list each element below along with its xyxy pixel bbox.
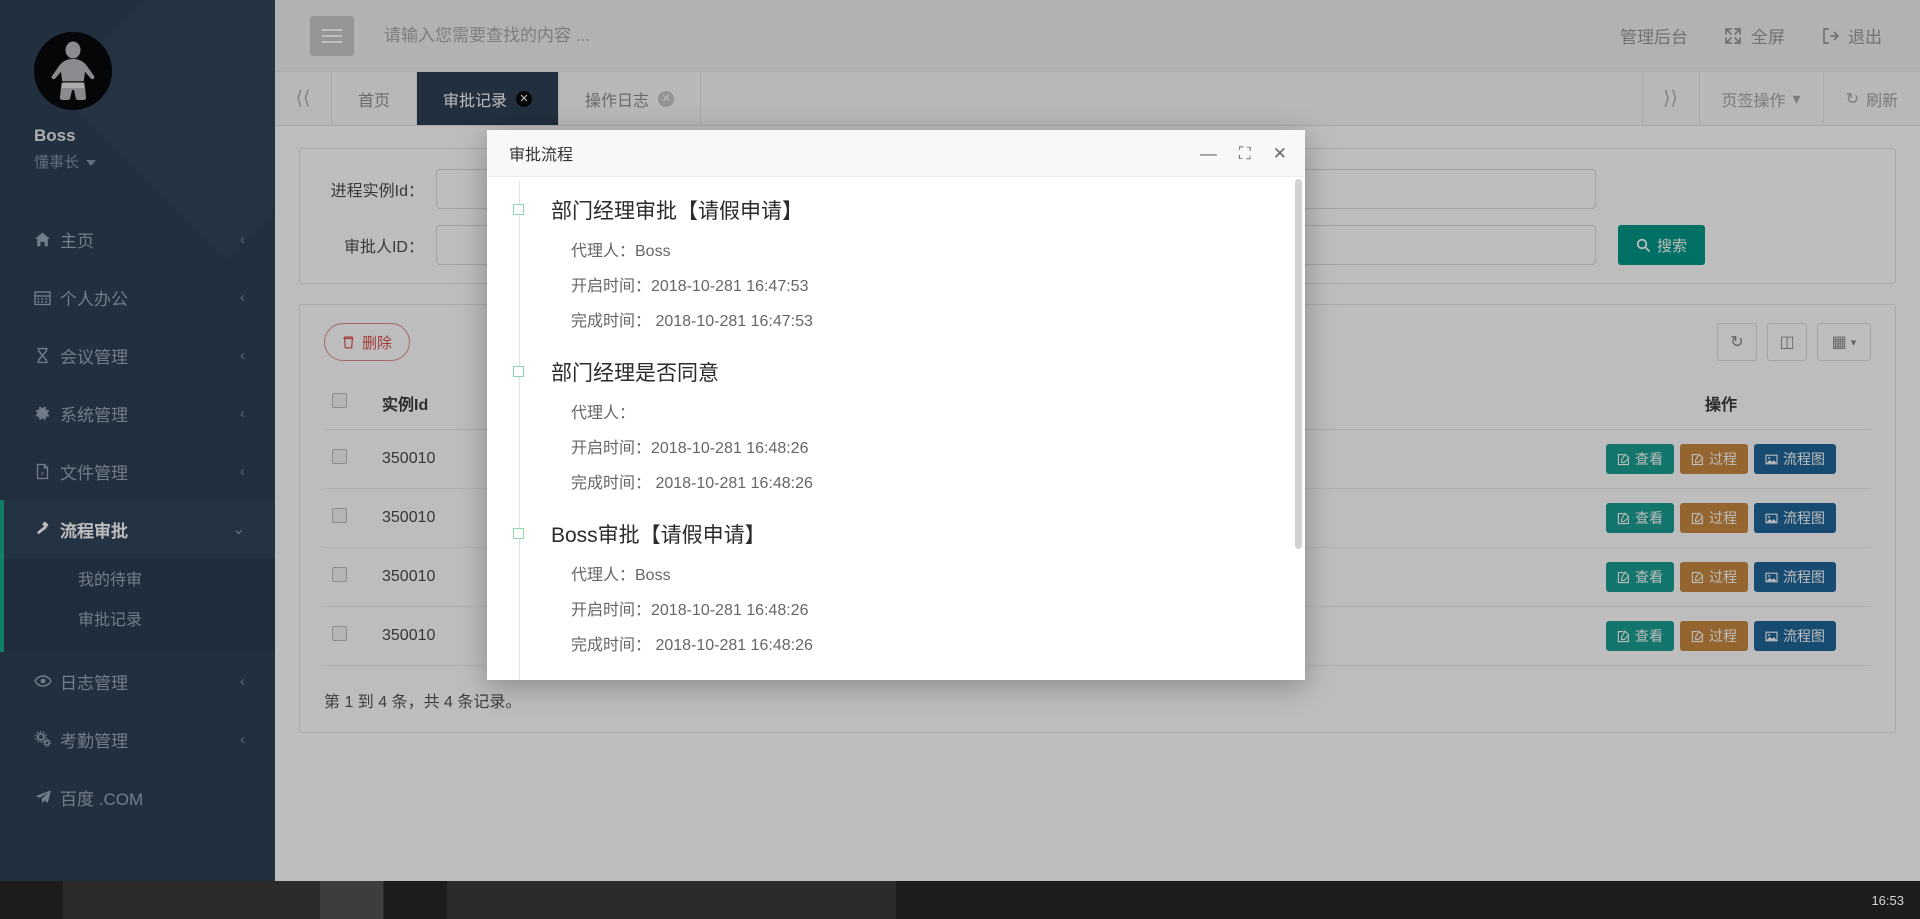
taskbar-item[interactable] [384,881,448,919]
taskbar-clock: 16:53 [1871,892,1904,908]
minimize-icon[interactable]: — [1200,145,1217,162]
taskbar-item[interactable] [0,881,64,919]
modal-body[interactable]: 部门经理审批【请假申请】代理人：Boss 开启时间：2018-10-281 16:… [487,177,1305,680]
timeline-step-title: 部门经理审批【请假申请】 [551,200,803,223]
taskbar-item[interactable] [64,881,128,919]
modal-scrollbar[interactable] [1295,179,1302,549]
close-icon[interactable]: ✕ [1273,145,1287,162]
approval-timeline: 部门经理审批【请假申请】代理人：Boss 开启时间：2018-10-281 16:… [513,181,1275,680]
app-root: Boss 懂事长 主页 ‹ 个人办公 ‹ 会议管理 ‹ 系统管理 ‹ x 文件管理 ‹ 流程审批 ⌄ 我的… [0,0,1920,919]
timeline-step-title: 部门经理是否同意 [551,362,719,385]
taskbar-item[interactable] [768,881,832,919]
taskbar-item[interactable] [704,881,768,919]
taskbar-item[interactable] [448,881,512,919]
timeline-step-start: 开启时间：2018-10-281 16:48:26 [571,602,809,619]
modal-title: 审批流程 [509,147,574,164]
taskbar-item[interactable] [256,881,320,919]
timeline-marker-icon [513,204,524,215]
approval-flow-modal: 审批流程 — ⛶ ✕ 部门经理审批【请假申请】代理人：Boss 开启时间：2018… [487,130,1305,680]
timeline-step-1: 部门经理审批【请假申请】代理人：Boss 开启时间：2018-10-281 16:… [513,195,1275,331]
timeline-step-finish: 完成时间： 2018-10-281 16:48:26 [571,637,813,654]
timeline-marker-icon [513,528,524,539]
taskbar-item[interactable] [832,881,896,919]
timeline-step-start: 开启时间：2018-10-281 16:48:26 [571,440,809,457]
timeline-step-agent: 代理人：Boss [571,567,671,584]
timeline-step-agent: 代理人： [571,405,636,422]
taskbar-item[interactable] [576,881,640,919]
maximize-icon[interactable]: ⛶ [1239,145,1251,162]
modal-header: 审批流程 — ⛶ ✕ [487,130,1305,177]
taskbar-item[interactable] [128,881,192,919]
modal-tools: — ⛶ ✕ [1200,145,1287,162]
timeline-step-finish: 完成时间： 2018-10-281 16:47:53 [571,313,813,330]
timeline-step-agent: 代理人：Boss [571,243,671,260]
timeline-marker-icon [513,366,524,377]
timeline-step-start: 开启时间：2018-10-281 16:47:53 [571,278,809,295]
taskbar-item[interactable] [192,881,256,919]
taskbar-item[interactable] [512,881,576,919]
taskbar-item[interactable] [640,881,704,919]
timeline-step-finish: 完成时间： 2018-10-281 16:48:26 [571,475,813,492]
timeline-step-2: 部门经理是否同意代理人： 开启时间：2018-10-281 16:48:26 完成时… [513,357,1275,493]
taskbar-items [0,881,896,919]
timeline-step-3: Boss审批【请假申请】代理人：Boss 开启时间：2018-10-281 16:… [513,519,1275,655]
timeline-step-title: Boss审批【请假申请】 [551,524,766,547]
taskbar-item[interactable] [320,881,384,919]
os-taskbar: 16:53 [0,881,1920,919]
